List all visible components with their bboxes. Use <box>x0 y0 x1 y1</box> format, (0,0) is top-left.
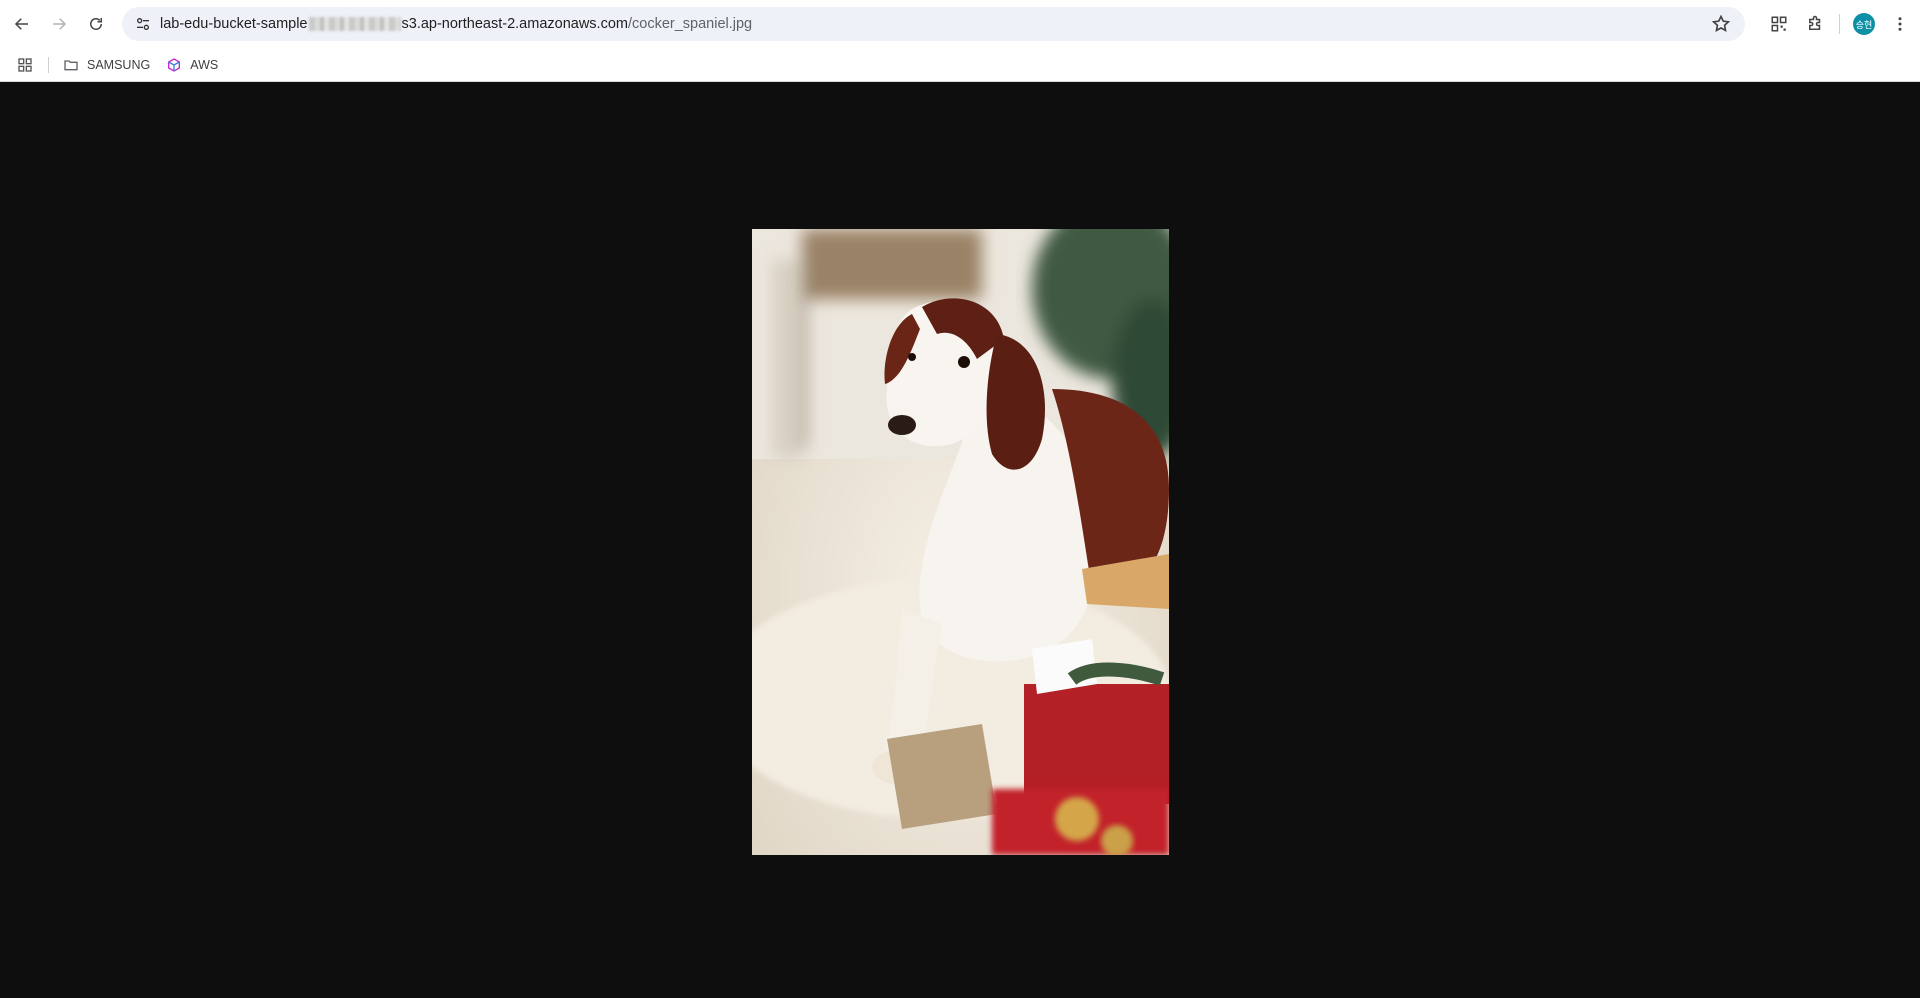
qr-code-button[interactable] <box>1761 6 1797 42</box>
browser-toolbar: lab-edu-bucket-sample s3.ap-northeast-2.a… <box>0 0 1920 48</box>
cocker-spaniel-photo[interactable] <box>752 229 1169 855</box>
star-icon <box>1711 14 1731 32</box>
dog-photo-illustration <box>752 229 1169 855</box>
forward-button[interactable] <box>41 6 77 42</box>
puzzle-icon <box>1809 15 1821 30</box>
address-bar[interactable]: lab-edu-bucket-sample s3.ap-northeast-2.a… <box>122 7 1745 41</box>
profile-avatar[interactable]: 승현 <box>1853 13 1875 35</box>
bookmark-aws[interactable]: AWS <box>166 57 218 73</box>
apps-grid-icon <box>18 57 32 72</box>
reload-icon <box>90 18 102 30</box>
url-text[interactable]: lab-edu-bucket-sample s3.ap-northeast-2.a… <box>160 16 752 32</box>
bookmarks-bar: SAMSUNG AWS <box>0 48 1920 82</box>
bookmark-label: SAMSUNG <box>87 57 151 72</box>
back-button[interactable] <box>4 6 40 42</box>
url-path: /cocker_spaniel.jpg <box>627 16 753 32</box>
bookmarks-separator <box>48 56 49 73</box>
bookmark-label: AWS <box>190 57 219 72</box>
site-info-button[interactable] <box>126 7 160 41</box>
arrow-right-icon <box>53 18 67 30</box>
reload-button[interactable] <box>78 6 114 42</box>
toolbar-right: 승현 <box>1761 0 1920 48</box>
menu-button[interactable] <box>1882 6 1918 42</box>
apps-button[interactable] <box>14 54 36 76</box>
toolbar-separator <box>1839 14 1840 34</box>
image-viewer <box>0 82 1920 998</box>
bookmark-samsung[interactable]: SAMSUNG <box>63 57 150 73</box>
qr-code-icon <box>1771 16 1787 32</box>
aws-cube-icon <box>168 57 181 72</box>
url-redacted-segment <box>308 17 401 31</box>
folder-icon <box>64 59 78 70</box>
url-host-end: s3.ap-northeast-2.amazonaws.com <box>401 16 628 32</box>
url-host-start: lab-edu-bucket-sample <box>160 16 308 32</box>
extensions-button[interactable] <box>1797 6 1833 42</box>
bookmark-star-button[interactable] <box>1711 14 1731 34</box>
kebab-menu-icon <box>1898 17 1902 31</box>
arrow-left-icon <box>14 18 28 30</box>
tune-icon <box>137 17 149 30</box>
